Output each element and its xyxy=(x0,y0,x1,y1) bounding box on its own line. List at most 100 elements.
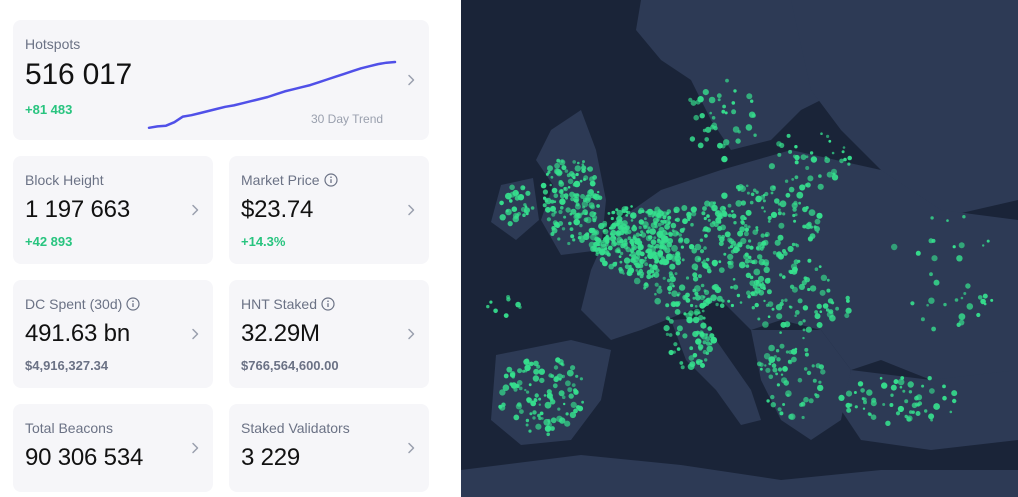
chevron-right-icon xyxy=(408,204,415,216)
hotspot-dot xyxy=(727,203,732,208)
hotspot-dot xyxy=(745,209,752,216)
hotspots-card[interactable]: Hotspots 516 017 +81 483 30 Day Trend xyxy=(13,20,429,140)
hotspot-dot xyxy=(529,412,533,416)
hotspot-dot xyxy=(733,89,737,93)
hnt-staked-label: HNT Staked xyxy=(241,296,317,312)
hotspot-dot xyxy=(579,179,583,183)
hotspot-dot xyxy=(678,233,682,237)
info-icon[interactable] xyxy=(323,173,338,187)
hotspot-dot xyxy=(508,197,511,200)
hotspot-dot xyxy=(707,268,712,274)
hotspot-dot xyxy=(782,249,786,253)
hotspot-dot xyxy=(766,289,772,295)
info-icon[interactable] xyxy=(321,297,335,311)
hotspot-dot xyxy=(603,247,606,251)
hotspot-dot xyxy=(804,183,808,187)
hotspot-dot xyxy=(817,183,824,190)
hotspot-dot xyxy=(707,218,711,222)
hotspot-dot xyxy=(728,238,735,244)
hotspot-dot xyxy=(794,160,799,165)
hotspot-dot xyxy=(637,272,641,276)
map-canvas[interactable] xyxy=(461,0,1018,497)
hotspot-dot xyxy=(765,303,770,307)
hotspot-dot xyxy=(638,244,643,249)
hotspot-dot xyxy=(557,407,561,411)
hotspot-dot xyxy=(654,297,661,305)
hotspot-dot xyxy=(564,420,571,427)
hotspot-dot xyxy=(751,260,756,265)
hotspot-dot xyxy=(538,397,542,401)
total-beacons-card[interactable]: Total Beacons 90 306 534 xyxy=(13,404,213,492)
hnt-staked-card[interactable]: HNT Staked 32.29M $766,564,600.00 xyxy=(229,280,429,388)
hotspot-dot xyxy=(762,199,766,203)
hotspot-dot xyxy=(747,255,752,260)
hotspot-dot xyxy=(674,309,681,315)
hotspot-dot xyxy=(543,196,547,201)
hotspot-dot xyxy=(942,384,946,389)
hotspot-dot xyxy=(986,239,990,243)
hotspot-dot xyxy=(757,254,763,260)
hotspot-dot xyxy=(890,384,897,391)
market-price-card[interactable]: Market Price $23.74 +14.3% xyxy=(229,156,429,264)
hotspot-dot xyxy=(820,132,823,135)
hotspot-dot xyxy=(542,189,548,195)
hotspot-dot xyxy=(780,373,784,376)
block-height-card[interactable]: Block Height 1 197 663 +42 893 xyxy=(13,156,213,264)
hotspot-dot xyxy=(549,183,552,187)
hotspot-dot xyxy=(776,357,781,362)
hotspot-dot xyxy=(753,268,761,276)
hotspot-dot xyxy=(615,230,622,236)
hotspot-dot xyxy=(570,365,576,371)
hotspot-dot xyxy=(553,193,559,198)
hotspot-dot xyxy=(983,302,987,306)
hotspot-dot xyxy=(949,410,953,414)
hotspot-dot xyxy=(715,302,719,307)
hotspot-dot xyxy=(966,303,974,310)
hotspot-coverage-map[interactable] xyxy=(461,0,1018,497)
hotspot-dot xyxy=(977,295,983,300)
hotspot-dot xyxy=(963,292,967,295)
hotspot-dot xyxy=(761,206,764,210)
hotspot-dot xyxy=(635,232,640,237)
hotspot-dot xyxy=(522,213,526,217)
hotspot-dot xyxy=(509,199,513,203)
hotspot-dot xyxy=(721,109,726,114)
hotspot-dot xyxy=(819,310,823,314)
hotspot-dot xyxy=(816,322,823,328)
hotspot-dot xyxy=(509,191,516,198)
hotspot-dot xyxy=(607,245,613,251)
hotspot-dot xyxy=(635,269,639,272)
hotspot-dot xyxy=(668,232,673,237)
hnt-staked-value: 32.29M xyxy=(241,320,320,347)
hotspot-dot xyxy=(632,236,637,241)
hotspot-dot xyxy=(525,423,529,427)
hotspot-dot xyxy=(767,277,771,282)
hotspot-dot xyxy=(682,218,688,225)
hotspot-dot xyxy=(619,251,624,256)
hotspot-dot xyxy=(572,160,576,164)
hotspot-dot xyxy=(553,365,559,370)
hotspot-dot xyxy=(763,299,766,303)
hotspot-dot xyxy=(763,210,766,213)
info-icon[interactable] xyxy=(126,297,140,311)
hotspot-dot xyxy=(809,236,813,240)
staked-validators-card[interactable]: Staked Validators 3 229 xyxy=(229,404,429,492)
hotspot-dot xyxy=(573,408,578,414)
hotspot-dot xyxy=(638,225,642,230)
hotspot-dot xyxy=(551,226,556,231)
hotspot-dot xyxy=(702,262,708,269)
hotspot-dot xyxy=(793,219,797,223)
hotspot-dot xyxy=(670,222,677,229)
hotspot-dot xyxy=(733,284,739,290)
hotspot-dot xyxy=(719,303,725,309)
hotspot-dot xyxy=(796,191,804,199)
hotspot-dot xyxy=(792,213,796,218)
dc-spent-card[interactable]: DC Spent (30d) 491.63 bn $4,916,327.34 xyxy=(13,280,213,388)
hotspot-dot xyxy=(653,245,657,249)
hotspot-dot xyxy=(653,255,658,261)
hotspot-dot xyxy=(807,175,814,182)
hotspot-dot xyxy=(747,294,751,299)
hotspot-dot xyxy=(678,237,684,243)
hotspot-dot xyxy=(506,295,511,299)
hotspot-dot xyxy=(759,283,762,287)
